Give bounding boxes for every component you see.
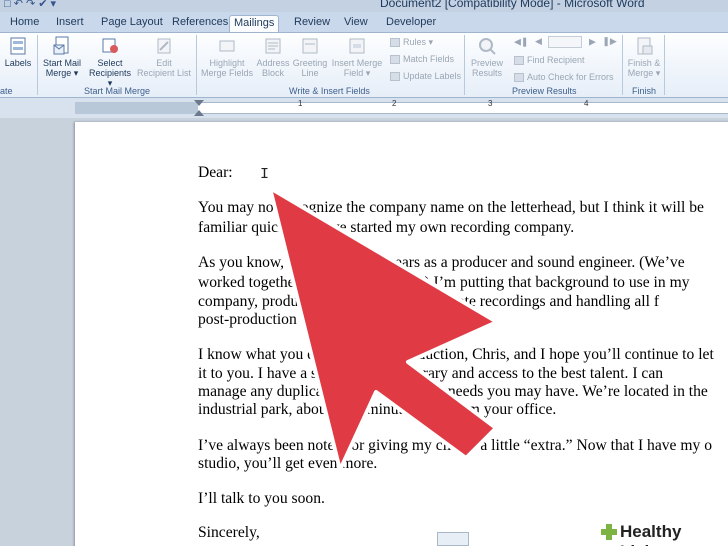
healthy-living-logo: Healthy Living: [596, 520, 728, 546]
scroll-tab[interactable]: [437, 532, 469, 546]
red-arrow-icon: [268, 186, 499, 472]
logo-text: Healthy Living: [620, 522, 682, 546]
plus-icon: [601, 524, 617, 540]
